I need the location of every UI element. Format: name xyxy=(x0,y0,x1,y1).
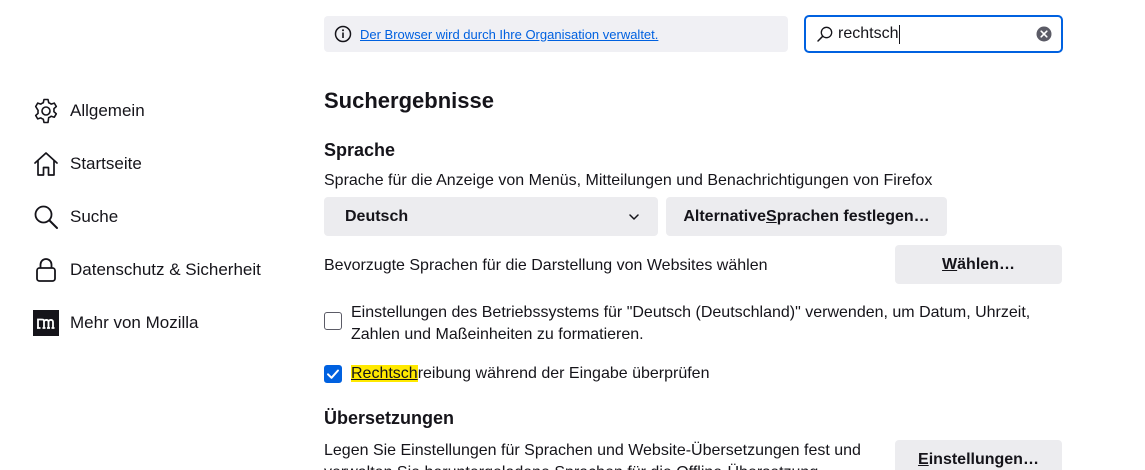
label-line: Zahlen und Maßeinheiten zu formatieren. xyxy=(351,326,644,343)
os-regional-settings-checkbox[interactable] xyxy=(324,312,342,330)
mozilla-icon xyxy=(32,309,60,337)
sidebar: Allgemein Startseite Suche Datenschutz &… xyxy=(32,84,302,349)
sidebar-item-suche[interactable]: Suche xyxy=(32,190,302,243)
gear-icon xyxy=(32,97,60,125)
description-line: Legen Sie Einstellungen für Sprachen und… xyxy=(324,442,861,459)
button-label-part: instellungen… xyxy=(928,450,1039,468)
accesskey-letter: W xyxy=(942,255,958,273)
page-title: Suchergebnisse xyxy=(324,88,494,113)
spellcheck-checkbox[interactable] xyxy=(324,365,342,383)
label-rest: reibung während der Eingabe überprüfen xyxy=(417,365,710,382)
choose-languages-button[interactable]: Wählen… xyxy=(895,245,1062,284)
search-highlight: Rechtsch xyxy=(351,365,418,382)
accesskey-letter: S xyxy=(766,207,777,225)
sidebar-item-datenschutz[interactable]: Datenschutz & Sicherheit xyxy=(32,243,302,296)
lock-icon xyxy=(32,256,60,284)
sidebar-item-mozilla[interactable]: Mehr von Mozilla xyxy=(32,296,302,349)
home-icon xyxy=(32,150,60,178)
search-icon xyxy=(32,203,60,231)
main-content: Suchergebnisse Sprache Sprache für die A… xyxy=(324,0,1064,470)
spellcheck-label: Rechtschreibung während der Eingabe über… xyxy=(351,365,709,383)
alternative-languages-button[interactable]: Alternative Sprachen festlegen… xyxy=(666,197,947,236)
checkmark-icon xyxy=(327,369,339,379)
section-heading-language: Sprache xyxy=(324,140,396,160)
sidebar-item-label: Startseite xyxy=(70,153,142,173)
label-line: Einstellungen des Betriebssystems für "D… xyxy=(351,304,1031,321)
sidebar-item-startseite[interactable]: Startseite xyxy=(32,137,302,190)
sidebar-item-label: Datenschutz & Sicherheit xyxy=(70,259,261,279)
language-select-value: Deutsch xyxy=(345,207,409,225)
description-line: verwalten Sie heruntergeladene Sprachen … xyxy=(324,462,861,470)
button-label-part: ählen… xyxy=(957,255,1015,273)
preferred-languages-text: Bevorzugte Sprachen für die Darstellung … xyxy=(324,257,768,274)
sidebar-item-label: Allgemein xyxy=(70,100,145,120)
language-description: Sprache für die Anzeige von Menüs, Mitte… xyxy=(324,172,933,189)
sidebar-item-allgemein[interactable]: Allgemein xyxy=(32,84,302,137)
chevron-down-icon xyxy=(629,214,639,220)
sidebar-item-label: Mehr von Mozilla xyxy=(70,312,199,332)
section-heading-translations: Übersetzungen xyxy=(324,408,455,428)
button-label-part: prachen festlegen… xyxy=(776,207,930,225)
translations-description: Legen Sie Einstellungen für Sprachen und… xyxy=(324,440,861,470)
os-regional-settings-label: Einstellungen des Betriebssystems für "D… xyxy=(351,302,1030,346)
accesskey-letter: E xyxy=(918,450,929,468)
button-label-part: Alternative xyxy=(683,207,767,225)
translations-settings-button[interactable]: Einstellungen… xyxy=(895,440,1062,470)
sidebar-item-label: Suche xyxy=(70,206,119,226)
language-select[interactable]: Deutsch xyxy=(324,197,658,236)
